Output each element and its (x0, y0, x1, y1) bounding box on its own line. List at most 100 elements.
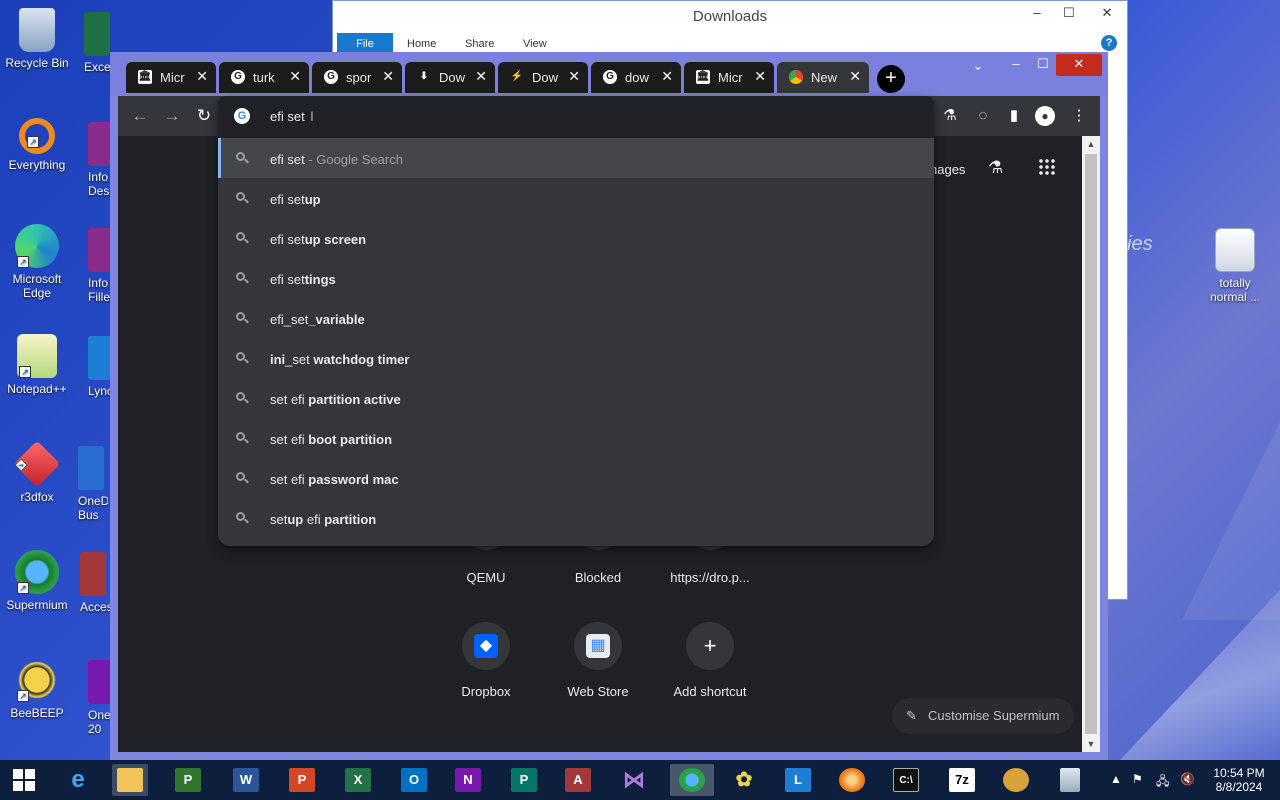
ribbon-tab-share[interactable]: Share (465, 38, 494, 50)
close-window-button[interactable]: ✕ (1056, 54, 1102, 76)
taskbar-supermium[interactable] (670, 764, 714, 796)
forward-button[interactable]: → (162, 106, 182, 126)
omnibox-suggestion[interactable]: efi settings (218, 258, 934, 298)
taskbar-explorer[interactable] (112, 764, 148, 796)
taskbar-firefox-variant[interactable] (834, 764, 870, 796)
close-tab-icon[interactable]: ✕ (661, 68, 673, 85)
tab-0[interactable]: 🏛 Micr ✕ (126, 62, 216, 93)
volume-muted-icon[interactable]: 🔇 (1180, 772, 1195, 786)
desktop-icon-totally-normal[interactable]: totally normal ... (1200, 228, 1270, 304)
omnibox-suggestion[interactable]: efi_set_variable (218, 298, 934, 338)
tab-1[interactable]: G turk ✕ (219, 62, 309, 93)
desktop-icon-edge[interactable]: ↗ Microsoft Edge (2, 224, 72, 300)
back-button[interactable]: ← (130, 106, 150, 126)
tab-label: dow (625, 70, 649, 85)
flask-icon[interactable]: ⚗ (988, 158, 1003, 178)
taskbar-ie[interactable]: e (60, 764, 96, 796)
tray-overflow-icon[interactable]: ▲ (1110, 772, 1122, 786)
close-tab-icon[interactable]: ✕ (382, 68, 394, 85)
explorer-partial-text: ies (1127, 233, 1153, 255)
desktop-icon-beebeep[interactable]: ↗ BeeBEEP (2, 658, 72, 720)
taskbar-app-mascot[interactable] (998, 764, 1034, 796)
omnibox-suggestion[interactable]: set efi partition active (218, 378, 934, 418)
side-panel-icon[interactable]: ▮ (1004, 106, 1024, 126)
start-button[interactable] (4, 764, 44, 796)
tab-7-active[interactable]: New ✕ (777, 62, 869, 93)
desktop-icon-supermium[interactable]: ↗ Supermium (2, 550, 72, 612)
tab-2[interactable]: G spor ✕ (312, 62, 402, 93)
tab-4[interactable]: ⚡ Dow ✕ (498, 62, 588, 93)
close-tab-icon[interactable]: ✕ (196, 68, 208, 85)
omnibox-suggestion[interactable]: set efi password mac (218, 458, 934, 498)
desktop-icon-recycle-bin[interactable]: Recycle Bin (2, 8, 72, 70)
ribbon-tab-home[interactable]: Home (407, 38, 436, 50)
ribbon-tab-view[interactable]: View (523, 38, 547, 50)
desktop-icon-onedrive-business[interactable]: OneD Bus (78, 446, 108, 522)
desktop-icon-everything[interactable]: ↗ Everything (2, 118, 72, 172)
taskbar-7zip[interactable]: 7z (944, 764, 980, 796)
onenote-icon: N (455, 768, 481, 793)
omnibox-suggestion[interactable]: efi setup (218, 178, 934, 218)
shortcut-add[interactable]: + Add shortcut (654, 622, 766, 699)
help-icon[interactable]: ? (1101, 35, 1117, 51)
taskbar-excel[interactable]: X (340, 764, 376, 796)
close-tab-icon[interactable]: ✕ (754, 68, 766, 85)
taskbar-project[interactable]: P (170, 764, 206, 796)
taskbar-word[interactable]: W (228, 764, 264, 796)
close-button[interactable]: ✕ (1089, 5, 1125, 21)
taskbar-outlook[interactable]: O (396, 764, 432, 796)
taskbar-cmd[interactable]: C:\ (888, 764, 924, 796)
omnibox-suggestion[interactable]: efi setup screen (218, 218, 934, 258)
desktop-icon-notepadpp[interactable]: ↗ Notepad++ (2, 334, 72, 396)
address-bar[interactable]: G efi set I (218, 96, 934, 138)
taskbar-clock[interactable]: 10:54 PM 8/8/2024 (1206, 766, 1272, 794)
maximize-button[interactable]: ☐ (1030, 56, 1056, 72)
close-tab-icon[interactable]: ✕ (475, 68, 487, 85)
profile-icon[interactable]: ● (1035, 106, 1055, 126)
taskbar-visual-studio[interactable]: ⋈ (616, 764, 652, 796)
customise-button[interactable]: ✎ Customise Supermium (892, 698, 1074, 734)
tab-search-chevron-icon[interactable]: ⌄ (965, 58, 991, 74)
minimize-button[interactable]: – (1003, 56, 1029, 71)
taskbar-access[interactable]: A (560, 764, 596, 796)
shortcut-web-store[interactable]: ▦ Web Store (542, 622, 654, 699)
maximize-button[interactable]: ☐ (1059, 5, 1079, 21)
omnibox-suggestion[interactable]: setup efi partition (218, 498, 934, 538)
omnibox-suggestion[interactable]: set efi boot partition (218, 418, 934, 458)
desktop-icon-label: r3dfox (20, 490, 54, 504)
new-tab-button[interactable]: + (877, 65, 905, 93)
images-link[interactable]: nages (930, 162, 965, 177)
omnibox-suggestion[interactable]: ini_set watchdog timer (218, 338, 934, 378)
scrollbar[interactable]: ▲ ▼ (1082, 136, 1100, 752)
explorer-titlebar[interactable]: Downloads – ☐ ✕ (333, 1, 1127, 31)
tab-3[interactable]: ⬇ Dow ✕ (405, 62, 495, 93)
network-icon[interactable]: 🖧 (1156, 772, 1169, 793)
close-tab-icon[interactable]: ✕ (849, 68, 861, 85)
close-tab-icon[interactable]: ✕ (289, 68, 301, 85)
tab-label: New (811, 70, 837, 85)
scroll-down-icon[interactable]: ▼ (1082, 736, 1100, 752)
taskbar-powerpoint[interactable]: P (284, 764, 320, 796)
desktop-icon-r3dfox[interactable]: ↗ r3dfox (2, 440, 72, 504)
scroll-thumb[interactable] (1085, 154, 1097, 734)
shortcut-dropbox[interactable]: ◆ Dropbox (430, 622, 542, 699)
scroll-up-icon[interactable]: ▲ (1082, 136, 1100, 152)
desktop-icon-access[interactable]: Acces (80, 552, 110, 614)
taskbar-recycle[interactable] (1052, 764, 1088, 796)
address-input[interactable]: efi set (270, 109, 305, 124)
tab-5[interactable]: G dow ✕ (591, 62, 681, 93)
flag-icon[interactable]: ⚑ (1132, 772, 1143, 786)
tab-6[interactable]: 🏛 Micr ✕ (684, 62, 774, 93)
taskbar-beebeep[interactable]: ✿ (726, 764, 762, 796)
close-tab-icon[interactable]: ✕ (568, 68, 580, 85)
taskbar-lync[interactable]: L (780, 764, 816, 796)
bin-icon (1060, 768, 1080, 793)
labs-icon[interactable]: ⚗ (940, 106, 960, 126)
minimize-button[interactable]: – (1027, 5, 1047, 21)
menu-kebab-icon[interactable]: ⋮ (1069, 106, 1089, 126)
reload-button[interactable]: ↻ (194, 106, 214, 126)
taskbar-onenote[interactable]: N (450, 764, 486, 796)
taskbar-publisher[interactable]: P (506, 764, 542, 796)
apps-grid-icon[interactable] (1038, 158, 1056, 176)
omnibox-suggestion[interactable]: efi set - Google Search (218, 138, 934, 178)
